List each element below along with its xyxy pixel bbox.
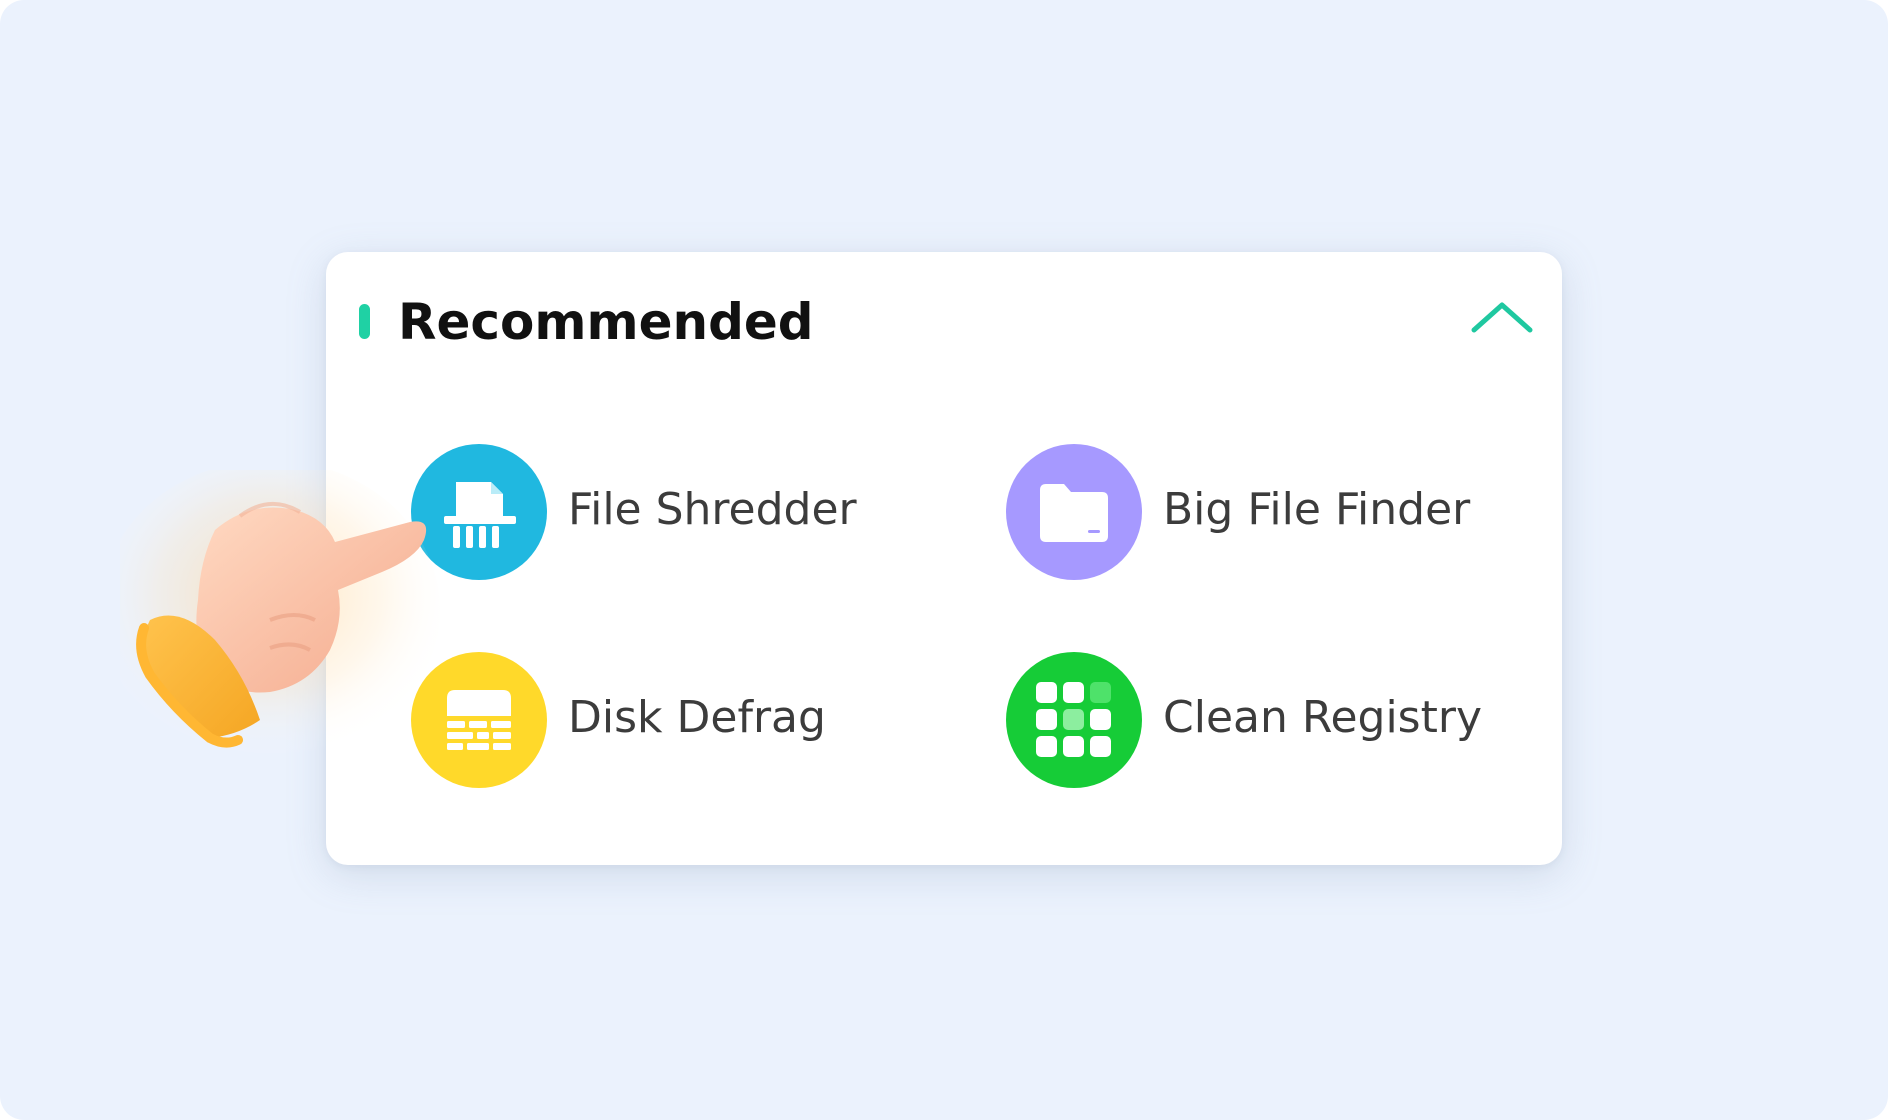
tool-label: Disk Defrag <box>568 692 826 743</box>
tool-label: File Shredder <box>568 484 857 535</box>
tool-file-shredder[interactable]: File Shredder <box>411 444 857 584</box>
folder-icon <box>1006 444 1142 580</box>
collapse-button[interactable] <box>1464 290 1540 350</box>
tool-disk-defrag[interactable]: Disk Defrag <box>411 652 826 792</box>
pointing-hand-icon <box>100 460 450 770</box>
title-accent-bar <box>359 304 370 339</box>
panel-title: Recommended <box>398 293 814 351</box>
background-canvas: Recommended File Shredder Big File Finde… <box>0 0 1888 1120</box>
recommended-panel: Recommended File Shredder Big File Finde… <box>326 252 1562 865</box>
tool-clean-registry[interactable]: Clean Registry <box>1006 652 1496 792</box>
registry-grid-icon <box>1006 652 1142 788</box>
tool-label: Big File Finder <box>1163 484 1471 535</box>
tool-big-file-finder[interactable]: Big File Finder <box>1006 444 1496 584</box>
chevron-up-icon <box>1471 302 1533 333</box>
tool-label: Clean Registry <box>1163 692 1482 743</box>
